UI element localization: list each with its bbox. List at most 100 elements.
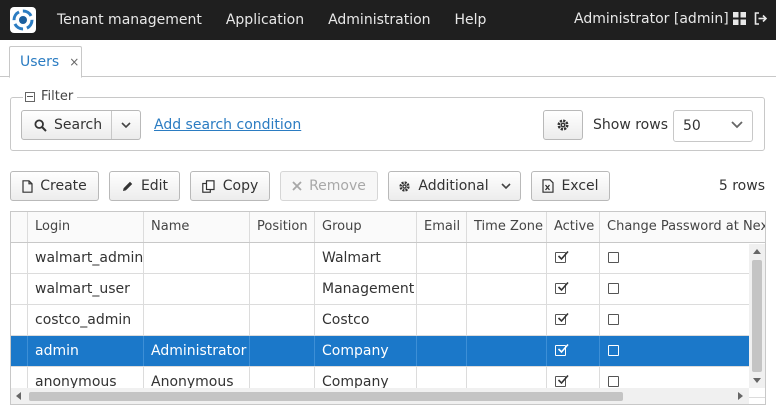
copy-icon <box>201 179 215 193</box>
close-icon[interactable]: × <box>69 55 79 69</box>
vertical-scrollbar[interactable] <box>749 244 765 388</box>
row-selector[interactable] <box>11 305 28 335</box>
cell-email <box>417 305 467 335</box>
copy-button[interactable]: Copy <box>190 171 270 201</box>
search-button[interactable]: Search <box>21 110 141 140</box>
cell-change-password <box>600 336 765 366</box>
users-table: Login Name Position Group Email Time Zon… <box>10 211 766 405</box>
row-selector[interactable] <box>11 336 28 366</box>
checked-checkbox[interactable] <box>555 250 569 263</box>
row-count: 5 rows <box>718 178 765 194</box>
top-menu-bar: Tenant management Application Administra… <box>0 0 776 40</box>
edit-button[interactable]: Edit <box>109 171 180 201</box>
scroll-left-arrow-icon[interactable] <box>16 392 21 400</box>
filter-settings-button[interactable] <box>543 110 583 140</box>
table-row[interactable]: admin Administrator Company <box>11 336 765 367</box>
grid-layout-icon[interactable] <box>733 12 747 26</box>
search-button-label: Search <box>54 117 103 133</box>
checked-checkbox[interactable] <box>555 281 569 294</box>
column-header-change-password[interactable]: Change Password at Next <box>600 212 765 242</box>
additional-button[interactable]: Additional <box>388 171 521 201</box>
excel-icon <box>542 179 555 193</box>
pencil-icon <box>122 181 133 191</box>
table-header: Login Name Position Group Email Time Zon… <box>11 212 765 243</box>
menu-administration[interactable]: Administration <box>328 12 430 28</box>
close-icon <box>292 181 302 191</box>
check-icon <box>557 343 569 354</box>
cell-active <box>547 336 600 366</box>
filter-title: Filter <box>41 89 74 104</box>
horizontal-scroll-thumb[interactable] <box>29 392 623 401</box>
cell-time-zone <box>467 243 547 273</box>
remove-button-label: Remove <box>309 178 366 194</box>
row-selector[interactable] <box>11 274 28 304</box>
cell-email <box>417 336 467 366</box>
checked-checkbox[interactable] <box>555 343 569 356</box>
cell-position <box>250 243 315 273</box>
unchecked-checkbox[interactable] <box>608 314 619 325</box>
add-search-condition-link[interactable]: Add search condition <box>154 117 301 133</box>
cell-group: Walmart <box>315 243 417 273</box>
cell-active <box>547 243 600 273</box>
cell-group: Management <box>315 274 417 304</box>
row-selector-header <box>11 212 28 242</box>
cell-email <box>417 274 467 304</box>
unchecked-checkbox[interactable] <box>608 283 619 294</box>
cell-change-password <box>600 243 765 273</box>
column-header-active[interactable]: Active <box>547 212 600 242</box>
column-header-position[interactable]: Position <box>250 212 315 242</box>
cell-name: Administrator <box>144 336 250 366</box>
main-menu: Tenant management Application Administra… <box>57 0 510 40</box>
menu-application[interactable]: Application <box>226 12 304 28</box>
create-button[interactable]: Create <box>10 171 99 201</box>
unchecked-checkbox[interactable] <box>608 376 619 387</box>
excel-button-label: Excel <box>561 178 599 194</box>
app-logo-icon[interactable] <box>10 7 36 33</box>
row-selector[interactable] <box>11 243 28 273</box>
tab-strip: Users × <box>0 40 776 78</box>
cell-login: walmart_user <box>28 274 144 304</box>
logout-icon[interactable] <box>754 12 768 26</box>
chevron-down-icon[interactable] <box>121 122 131 129</box>
excel-button[interactable]: Excel <box>531 171 610 201</box>
cell-position <box>250 305 315 335</box>
cell-login: costco_admin <box>28 305 144 335</box>
column-header-group[interactable]: Group <box>315 212 417 242</box>
unchecked-checkbox[interactable] <box>608 252 619 263</box>
copy-button-label: Copy <box>222 178 259 194</box>
scroll-up-arrow-icon[interactable] <box>753 249 761 254</box>
cell-time-zone <box>467 274 547 304</box>
show-rows-select[interactable]: 50 <box>673 110 753 142</box>
show-rows-label: Show rows <box>593 117 668 133</box>
table-row[interactable]: costco_admin Costco <box>11 305 765 336</box>
column-header-name[interactable]: Name <box>144 212 250 242</box>
tab-users[interactable]: Users × <box>9 46 82 78</box>
filter-legend[interactable]: Filter <box>23 89 78 104</box>
cell-login: admin <box>28 336 144 366</box>
unchecked-checkbox[interactable] <box>608 345 619 356</box>
cell-name <box>144 305 250 335</box>
column-header-time-zone[interactable]: Time Zone <box>467 212 547 242</box>
current-user-label[interactable]: Administrator [admin] <box>574 11 729 27</box>
menu-tenant-management[interactable]: Tenant management <box>57 12 202 28</box>
checked-checkbox[interactable] <box>555 374 569 387</box>
remove-button[interactable]: Remove <box>280 171 378 201</box>
column-header-email[interactable]: Email <box>417 212 467 242</box>
horizontal-scrollbar[interactable] <box>11 388 749 404</box>
menu-help[interactable]: Help <box>455 12 487 28</box>
create-button-label: Create <box>40 178 87 194</box>
column-header-login[interactable]: Login <box>28 212 144 242</box>
cell-active <box>547 274 600 304</box>
vertical-scroll-thumb[interactable] <box>752 260 762 372</box>
show-rows-value: 50 <box>683 118 701 134</box>
cell-position <box>250 336 315 366</box>
cell-position <box>250 274 315 304</box>
scroll-down-arrow-icon[interactable] <box>753 378 761 383</box>
cell-name <box>144 274 250 304</box>
table-row[interactable]: walmart_admin Walmart <box>11 243 765 274</box>
scroll-right-arrow-icon[interactable] <box>738 392 743 400</box>
edit-button-label: Edit <box>140 178 169 194</box>
table-row[interactable]: walmart_user Management <box>11 274 765 305</box>
collapse-icon[interactable] <box>25 91 35 102</box>
checked-checkbox[interactable] <box>555 312 569 325</box>
